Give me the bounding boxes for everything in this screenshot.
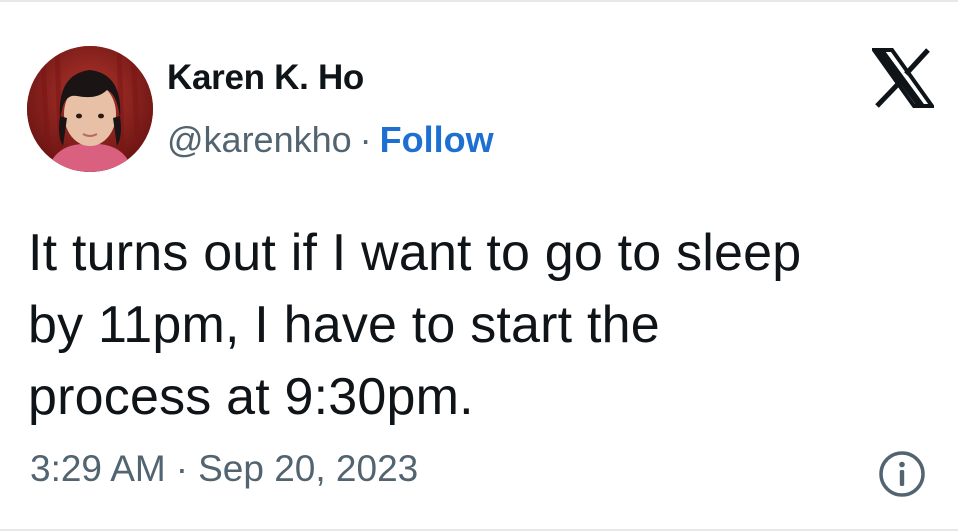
timestamp-separator: · — [175, 448, 189, 489]
tweet-text-line: process at 9:30pm. — [28, 368, 474, 426]
tweet-card: Karen K. Ho @karenkho · Follow It turns ou… — [0, 0, 958, 531]
info-glyph — [879, 451, 925, 497]
author-handle[interactable]: @karenkho — [167, 119, 352, 160]
follow-button[interactable]: Follow — [380, 119, 494, 160]
handle-separator: · — [359, 119, 372, 160]
avatar[interactable] — [27, 46, 153, 172]
x-logo-icon[interactable] — [872, 48, 934, 108]
tweet-time: 3:29 AM — [30, 448, 166, 489]
tweet-date: Sep 20, 2023 — [198, 448, 419, 489]
author-display-name[interactable]: Karen K. Ho — [167, 58, 364, 98]
x-logo-glyph — [872, 48, 934, 108]
tweet-text: It turns out if I want to go to sleep by… — [28, 217, 928, 433]
info-icon[interactable] — [878, 450, 926, 498]
avatar-image — [27, 46, 153, 172]
tweet-text-line: It turns out if I want to go to sleep — [28, 224, 802, 282]
tweet-text-line: by 11pm, I have to start the — [28, 296, 660, 354]
tweet-timestamp[interactable]: 3:29 AM · Sep 20, 2023 — [30, 448, 418, 490]
author-handle-row: @karenkho · Follow — [167, 119, 494, 161]
